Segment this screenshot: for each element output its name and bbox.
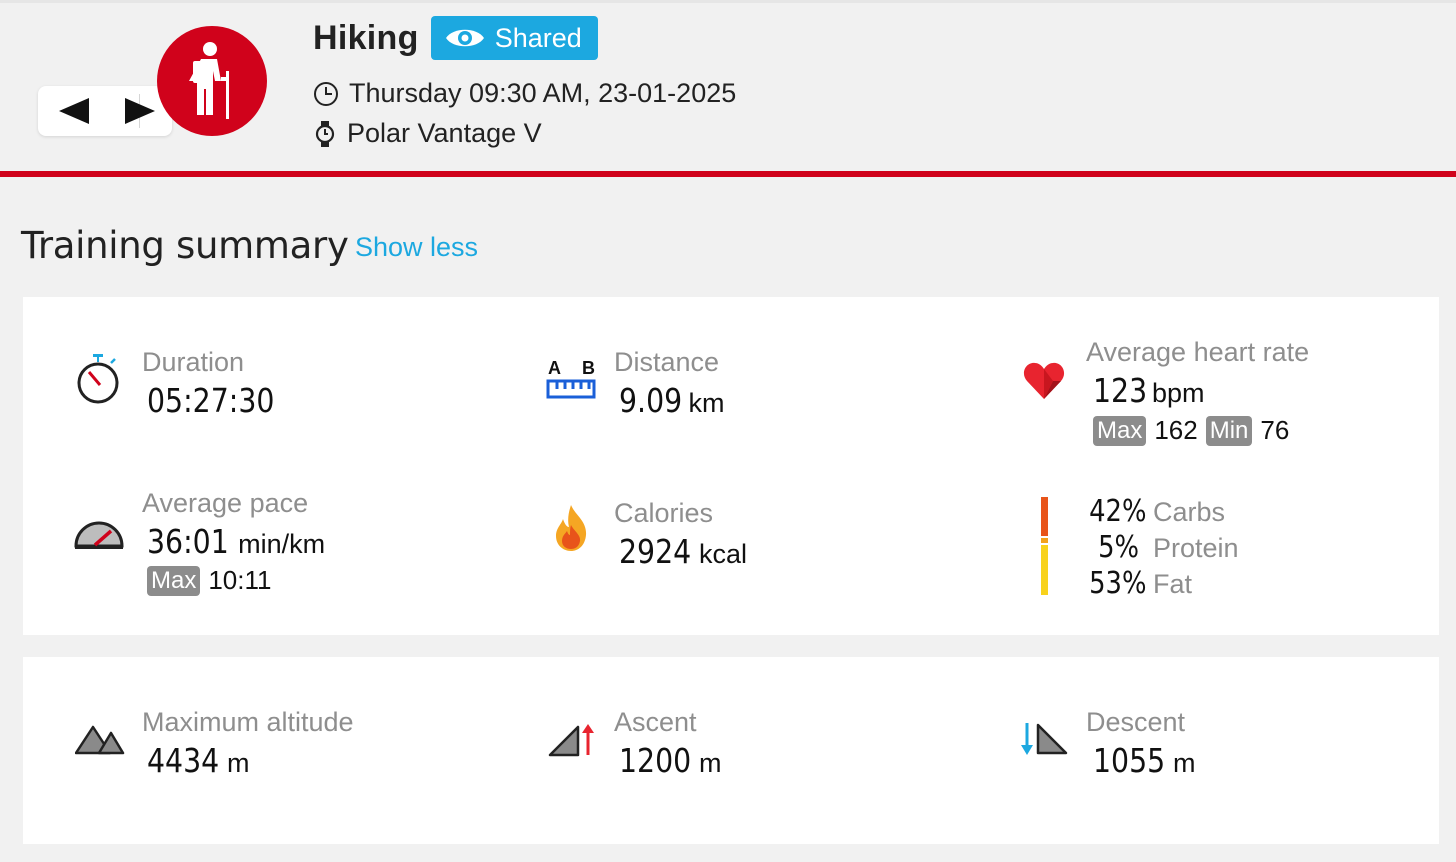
triangle-left-icon (59, 98, 89, 124)
pace-number: 36:01 (147, 522, 229, 561)
distance-label: Distance (614, 347, 720, 377)
ascent-label: Ascent (614, 707, 697, 737)
macro-carbs-pct: 42% (1089, 494, 1147, 529)
show-less-link[interactable]: Show less (355, 232, 478, 263)
ascent-icon (548, 723, 596, 757)
heart-icon (1023, 361, 1065, 401)
macro-fat-pct: 53% (1089, 566, 1147, 601)
sport-hiking-icon (157, 26, 267, 136)
heart-rate-unit: bpm (1152, 378, 1205, 408)
triangle-right-icon (125, 98, 155, 124)
descent-icon (1020, 721, 1068, 757)
heart-rate-range: Max 162 Min 76 (1093, 415, 1289, 446)
ascent-number: 1200 (619, 741, 692, 780)
energy-bar-segment-carbs (1041, 497, 1048, 536)
session-date-text: Thursday 09:30 AM, 23-01-2025 (349, 78, 737, 108)
max-altitude-label: Maximum altitude (142, 707, 354, 737)
previous-session-button[interactable] (42, 86, 106, 136)
energy-bar-segment-protein (1041, 538, 1048, 543)
header-divider (0, 171, 1456, 177)
distance-number: 9.09 (619, 381, 683, 420)
duration-value: 05:27:30 (147, 381, 295, 420)
macro-carbs-name: Carbs (1153, 497, 1226, 527)
macro-protein-pct: 5% (1098, 530, 1139, 565)
altitude-card: Maximum altitude 4434 m Ascent 1200 m De… (23, 657, 1439, 844)
macro-fat: 53% Fat (1081, 566, 1192, 601)
descent-value: 1055 m (1093, 741, 1195, 780)
session-navigation (38, 86, 172, 136)
pace-label: Average pace (142, 488, 309, 518)
max-altitude-number: 4434 (147, 741, 220, 780)
distance-value: 9.09 km (619, 381, 724, 420)
heart-rate-min: 76 (1260, 415, 1290, 445)
mountains-icon (75, 721, 125, 755)
pace-max: Max 10:11 (147, 565, 271, 596)
descent-label: Descent (1086, 707, 1186, 737)
watch-icon (315, 120, 335, 147)
min-tag: Min (1205, 415, 1253, 446)
pace-unit: min/km (238, 529, 326, 559)
ascent-unit: m (698, 748, 722, 778)
speedometer-icon (73, 514, 125, 552)
device-name: Polar Vantage V (347, 118, 542, 148)
macro-protein: 5% Protein (1081, 530, 1239, 565)
max-altitude-value: 4434 m (147, 741, 249, 780)
calories-label: Calories (614, 498, 714, 528)
training-header: Hiking Shared Thursday 09:30 AM, 23-01-2… (0, 0, 1456, 172)
heart-rate-number: 123 (1093, 371, 1148, 410)
distance-ab-icon: A B (545, 355, 597, 405)
max-tag: Max (147, 565, 201, 596)
macro-carbs: 42% Carbs (1081, 494, 1225, 529)
title-row: Hiking Shared (313, 16, 598, 60)
session-date: Thursday 09:30 AM, 23-01-2025 (313, 78, 736, 109)
summary-card: Duration 05:27:30 A B Distance 9.09 km A… (23, 297, 1439, 635)
flame-icon (553, 503, 589, 553)
distance-unit: km (688, 388, 725, 418)
calories-value: 2924 kcal (619, 532, 747, 571)
svg-text:B: B (582, 358, 595, 378)
descent-unit: m (1172, 748, 1196, 778)
hiker-icon (189, 42, 229, 119)
duration-label: Duration (142, 347, 245, 377)
max-tag: Max (1093, 415, 1147, 446)
section-title: Training summary (21, 224, 349, 267)
calories-unit: kcal (698, 539, 747, 569)
descent-number: 1055 (1093, 741, 1166, 780)
heart-rate-max: 162 (1154, 415, 1198, 445)
energy-bar-segment-fat (1041, 545, 1048, 595)
eye-icon (445, 29, 484, 47)
macro-protein-name: Protein (1153, 533, 1239, 563)
svg-text:A: A (548, 358, 561, 378)
macro-fat-name: Fat (1153, 569, 1193, 599)
sport-title: Hiking (313, 18, 419, 57)
max-altitude-unit: m (226, 748, 250, 778)
shared-label: Shared (494, 22, 582, 53)
shared-badge[interactable]: Shared (430, 16, 598, 60)
clock-icon (314, 81, 338, 106)
pace-max-value: 10:11 (208, 565, 272, 595)
ascent-value: 1200 m (619, 741, 721, 780)
duration-number: 05:27:30 (147, 381, 275, 420)
pace-value: 36:01 min/km (147, 522, 325, 561)
calories-number: 2924 (619, 532, 692, 571)
session-device: Polar Vantage V (313, 118, 542, 149)
heart-rate-value: 123 bpm (1093, 371, 1205, 410)
heart-rate-label: Average heart rate (1086, 337, 1310, 367)
stopwatch-icon (75, 351, 123, 407)
